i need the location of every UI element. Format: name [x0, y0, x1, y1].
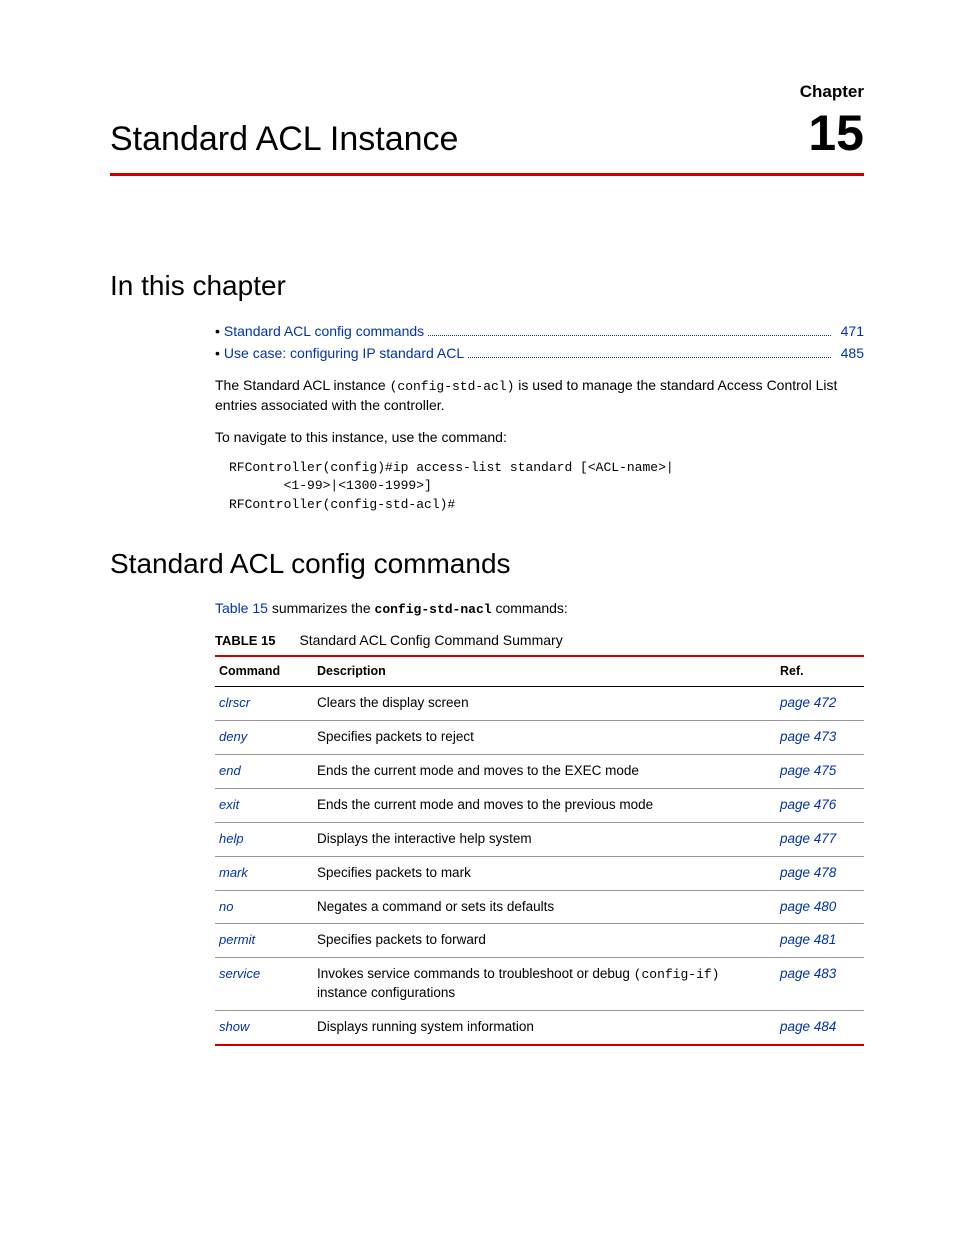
text: The Standard ACL instance: [215, 377, 390, 393]
table-row: exit Ends the current mode and moves to t…: [215, 788, 864, 822]
table-title: Standard ACL Config Command Summary: [299, 632, 562, 648]
table-intro: Table 15 summarizes the config-std-nacl …: [215, 599, 864, 619]
desc-cell: Invokes service commands to troubleshoot…: [313, 958, 776, 1011]
th-command: Command: [215, 656, 313, 687]
command-link[interactable]: show: [219, 1019, 249, 1034]
command-link[interactable]: service: [219, 966, 260, 981]
command-link[interactable]: help: [219, 831, 244, 846]
cmd-cell: end: [215, 754, 313, 788]
command-table: Command Description Ref. clrscr Clears th…: [215, 655, 864, 1047]
toc-line: • Use case: configuring IP standard ACL …: [215, 344, 864, 364]
toc-line: • Standard ACL config commands 471: [215, 322, 864, 342]
table-row: deny Specifies packets to reject page 473: [215, 721, 864, 755]
leader-dots: [468, 357, 831, 358]
section-heading-in-this-chapter: In this chapter: [110, 266, 864, 305]
desc-cell: Displays running system information: [313, 1011, 776, 1045]
table-row: service Invokes service commands to troub…: [215, 958, 864, 1011]
table-caption: TABLE 15 Standard ACL Config Command Summ…: [215, 631, 864, 651]
page-ref-link[interactable]: page 473: [780, 729, 836, 744]
desc-cell: Negates a command or sets its defaults: [313, 890, 776, 924]
ref-cell: page 483: [776, 958, 864, 1011]
ref-cell: page 477: [776, 822, 864, 856]
cmd-cell: help: [215, 822, 313, 856]
bullet-icon: •: [215, 322, 220, 342]
command-link[interactable]: clrscr: [219, 695, 250, 710]
cmd-cell: permit: [215, 924, 313, 958]
page-ref-link[interactable]: page 480: [780, 899, 836, 914]
table-row: permit Specifies packets to forward page 4…: [215, 924, 864, 958]
text: commands:: [492, 600, 568, 616]
ref-cell: page 475: [776, 754, 864, 788]
table-row: no Negates a command or sets its defaults…: [215, 890, 864, 924]
inline-code-bold: config-std-nacl: [375, 602, 492, 617]
page-ref-link[interactable]: page 483: [780, 966, 836, 981]
cmd-cell: deny: [215, 721, 313, 755]
page-ref-link[interactable]: page 478: [780, 865, 836, 880]
ref-cell: page 478: [776, 856, 864, 890]
cmd-cell: exit: [215, 788, 313, 822]
toc-link[interactable]: Use case: configuring IP standard ACL: [224, 344, 464, 364]
table-row: show Displays running system information p…: [215, 1011, 864, 1045]
command-link[interactable]: no: [219, 899, 233, 914]
command-link[interactable]: deny: [219, 729, 247, 744]
title-row: Standard ACL Instance 15: [110, 108, 864, 177]
chapter-number: 15: [808, 108, 864, 158]
ref-cell: page 480: [776, 890, 864, 924]
toc-page[interactable]: 471: [841, 322, 864, 342]
th-description: Description: [313, 656, 776, 687]
code-block: RFController(config)#ip access-list stan…: [229, 459, 864, 514]
desc-cell: Ends the current mode and moves to the E…: [313, 754, 776, 788]
desc-cell: Specifies packets to mark: [313, 856, 776, 890]
cmd-cell: show: [215, 1011, 313, 1045]
page-ref-link[interactable]: page 481: [780, 932, 836, 947]
chapter-label: Chapter: [110, 80, 864, 104]
desc-cell: Ends the current mode and moves to the p…: [313, 788, 776, 822]
inline-code: (config-if): [634, 967, 720, 982]
table-row: clrscr Clears the display screen page 472: [215, 687, 864, 721]
ref-cell: page 473: [776, 721, 864, 755]
table-number: TABLE 15: [215, 633, 275, 648]
nav-paragraph: To navigate to this instance, use the co…: [215, 428, 864, 448]
desc-cell: Specifies packets to reject: [313, 721, 776, 755]
table-header-row: Command Description Ref.: [215, 656, 864, 687]
text: summarizes the: [268, 600, 375, 616]
toc-page[interactable]: 485: [841, 344, 864, 364]
cmd-cell: no: [215, 890, 313, 924]
desc-cell: Clears the display screen: [313, 687, 776, 721]
ref-cell: page 481: [776, 924, 864, 958]
page-ref-link[interactable]: page 477: [780, 831, 836, 846]
ref-cell: page 476: [776, 788, 864, 822]
ref-cell: page 484: [776, 1011, 864, 1045]
ref-cell: page 472: [776, 687, 864, 721]
toc-link[interactable]: Standard ACL config commands: [224, 322, 424, 342]
section2-content: Table 15 summarizes the config-std-nacl …: [215, 599, 864, 1046]
command-link[interactable]: exit: [219, 797, 239, 812]
cmd-cell: clrscr: [215, 687, 313, 721]
page-ref-link[interactable]: page 475: [780, 763, 836, 778]
page-ref-link[interactable]: page 476: [780, 797, 836, 812]
inline-code: (config-std-acl): [390, 379, 515, 394]
table-row: mark Specifies packets to mark page 478: [215, 856, 864, 890]
desc-cell: Specifies packets to forward: [313, 924, 776, 958]
section-heading-commands: Standard ACL config commands: [110, 544, 864, 583]
desc-cell: Displays the interactive help system: [313, 822, 776, 856]
page-ref-link[interactable]: page 484: [780, 1019, 836, 1034]
th-ref: Ref.: [776, 656, 864, 687]
command-link[interactable]: permit: [219, 932, 255, 947]
table-row: end Ends the current mode and moves to th…: [215, 754, 864, 788]
command-link[interactable]: end: [219, 763, 241, 778]
command-link[interactable]: mark: [219, 865, 248, 880]
table-row: help Displays the interactive help system…: [215, 822, 864, 856]
section1-content: • Standard ACL config commands 471 • Use…: [215, 322, 864, 514]
bullet-icon: •: [215, 344, 220, 364]
intro-paragraph: The Standard ACL instance (config-std-ac…: [215, 376, 864, 416]
cmd-cell: mark: [215, 856, 313, 890]
page-ref-link[interactable]: page 472: [780, 695, 836, 710]
table-ref-link[interactable]: Table 15: [215, 600, 268, 616]
leader-dots: [428, 335, 830, 336]
cmd-cell: service: [215, 958, 313, 1011]
page-title: Standard ACL Instance: [110, 116, 458, 164]
